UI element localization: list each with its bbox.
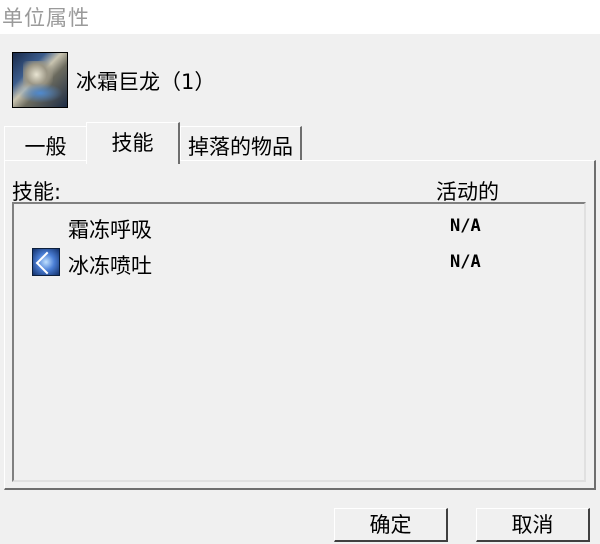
unit-portrait-icon <box>12 52 68 108</box>
list-item[interactable]: 冰冻喷吐 N/A <box>14 244 584 278</box>
title-bar[interactable]: 单位属性 <box>0 0 600 34</box>
skills-list[interactable]: 霜冻呼吸 N/A 冰冻喷吐 N/A <box>12 202 586 482</box>
tab-dropped-items[interactable]: 掉落的物品 <box>180 126 302 162</box>
skill-name: 霜冻呼吸 <box>68 218 152 242</box>
tab-general[interactable]: 一般 <box>4 126 88 162</box>
tab-skills-label: 技能 <box>111 131 154 155</box>
skill-active-value: N/A <box>450 252 481 272</box>
tab-general-label: 一般 <box>24 135 67 159</box>
skill-name: 冰冻喷吐 <box>68 254 152 278</box>
cancel-button[interactable]: 取消 <box>476 508 590 542</box>
ice-spit-icon <box>32 248 60 276</box>
skill-active-value: N/A <box>450 216 481 236</box>
unit-name: 冰霜巨龙（1） <box>76 70 216 94</box>
window-title: 单位属性 <box>2 6 90 30</box>
ok-button[interactable]: 确定 <box>334 508 448 542</box>
list-item[interactable]: 霜冻呼吸 N/A <box>14 208 584 242</box>
tab-dropped-items-label: 掉落的物品 <box>188 135 293 159</box>
tab-skills[interactable]: 技能 <box>86 122 180 164</box>
